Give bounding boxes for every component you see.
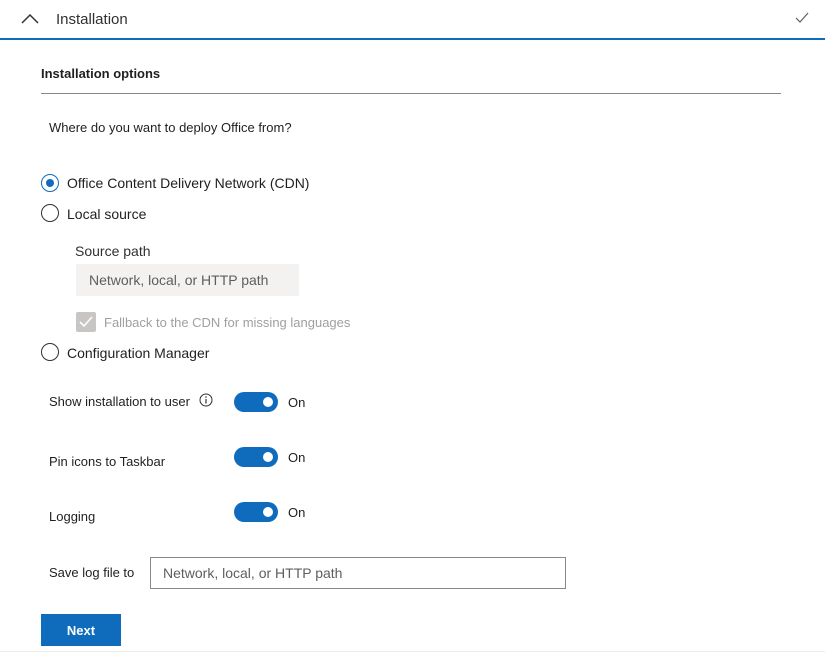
section-divider [41, 93, 781, 94]
fallback-cdn-checkbox[interactable] [76, 312, 96, 332]
save-log-label: Save log file to [49, 565, 135, 580]
pin-icons-toggle[interactable] [234, 447, 278, 467]
logging-label: Logging [49, 509, 96, 524]
fallback-cdn-label: Fallback to the CDN for missing language… [104, 315, 351, 330]
pin-icons-label: Pin icons to Taskbar [49, 454, 166, 469]
installation-section-header[interactable]: Installation [0, 0, 825, 40]
show-installation-state: On [288, 395, 306, 410]
radio-local-source-label[interactable]: Local source [67, 206, 146, 222]
checkmark-icon [79, 316, 93, 328]
installation-options-title: Installation options [41, 66, 161, 81]
radio-configuration-manager[interactable] [41, 343, 59, 361]
show-installation-label: Show installation to user [49, 394, 190, 409]
bottom-divider [0, 651, 825, 652]
next-button[interactable]: Next [41, 614, 121, 646]
source-path-label: Source path [75, 243, 151, 259]
logging-toggle[interactable] [234, 502, 278, 522]
logging-state: On [288, 505, 306, 520]
check-icon [795, 12, 809, 23]
radio-local-source[interactable] [41, 204, 59, 222]
source-path-input[interactable] [76, 264, 299, 296]
radio-configuration-manager-label[interactable]: Configuration Manager [67, 345, 209, 361]
radio-cdn-label[interactable]: Office Content Delivery Network (CDN) [67, 175, 309, 191]
save-log-input[interactable] [150, 557, 566, 589]
show-installation-toggle[interactable] [234, 392, 278, 412]
info-icon[interactable] [199, 393, 213, 407]
pin-icons-state: On [288, 450, 306, 465]
section-header-title: Installation [56, 11, 128, 28]
deploy-question: Where do you want to deploy Office from? [49, 120, 292, 135]
chevron-up-icon[interactable] [20, 12, 40, 24]
radio-cdn[interactable] [41, 174, 59, 192]
